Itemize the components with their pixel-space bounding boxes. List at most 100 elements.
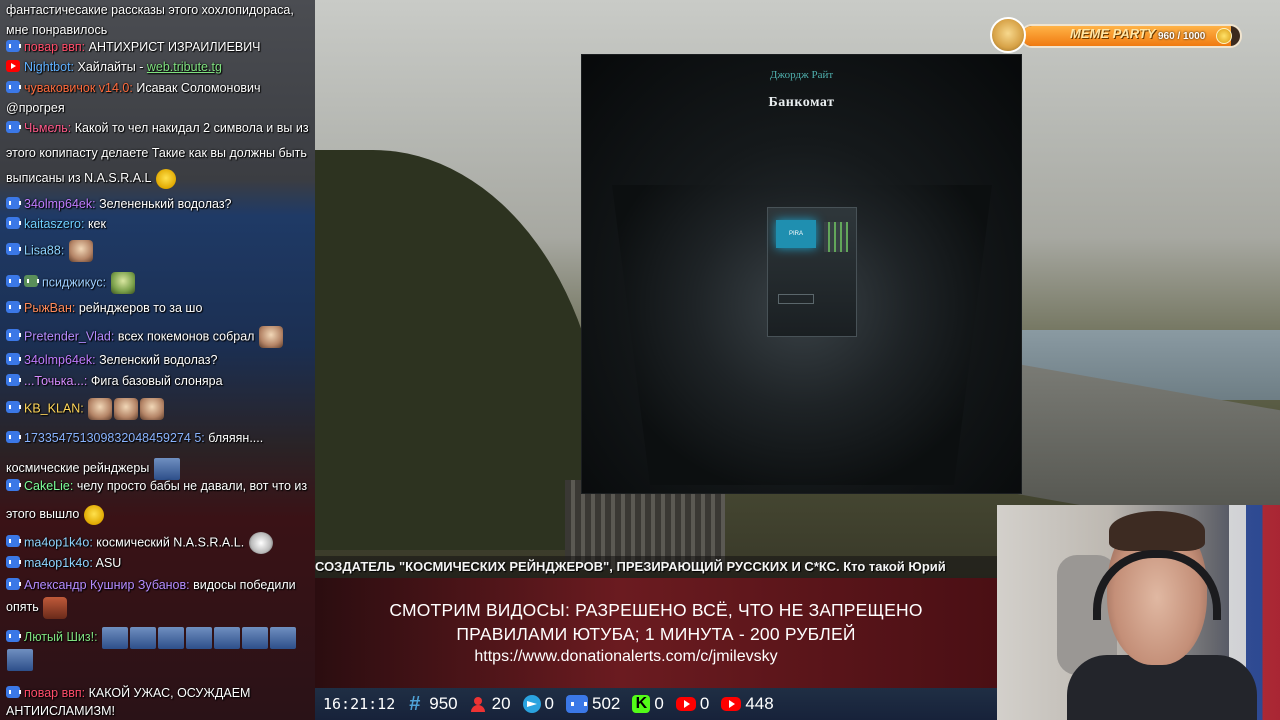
chat-message: ...Точька...: Фига базовый слоняра [6, 371, 312, 391]
vk-icon [6, 374, 21, 386]
emote [68, 240, 93, 262]
meme-party-widget: MEME PARTY 960 / 1000 [990, 17, 1244, 53]
atm-slot [778, 294, 814, 304]
donation-banner: СМОТРИМ ВИДОСЫ: РАЗРЕШЕНО ВСЁ, ЧТО НЕ ЗА… [315, 578, 997, 688]
chat-nick[interactable]: Лютый Шиз!: [24, 630, 98, 644]
vk-icon [6, 40, 21, 52]
chat-nick[interactable]: Nightbot: [24, 60, 74, 74]
chat-message: повар ввп: АНТИХРИСТ ИЗРАИЛИЕВИЧ [6, 37, 312, 57]
chat-nick[interactable]: 173354751309832048459274 5: [24, 431, 205, 445]
vk-icon [6, 431, 21, 443]
chat-message: ma4op1k4o: ASU [6, 553, 312, 573]
emote [130, 626, 157, 649]
chat-message: CakeLie: челу просто бабы не давали, вот… [6, 472, 312, 528]
chat-nick[interactable]: Александр Кушнир Зубанов: [24, 578, 190, 592]
vk-icon [6, 401, 21, 414]
chat-link[interactable]: web.tribute.tg [147, 60, 222, 74]
doge-icon [990, 17, 1026, 53]
chat-message: 34olmp64ek: Зелененький водолаз? [6, 194, 312, 214]
chat-nick[interactable]: псиджикус: [42, 275, 106, 289]
chat-nick[interactable]: Lisa88: [24, 243, 64, 257]
stat-people: 20 [470, 694, 511, 714]
vk-icon [6, 578, 21, 590]
chat-nick[interactable]: Pretender_Vlad: [24, 329, 114, 343]
vk-icon [6, 686, 21, 698]
book-cover: Джордж Райт Банкомат PIRA [581, 54, 1022, 494]
chat-message: фантастичесакие рассказы этого хохлопидо… [6, 3, 294, 37]
cover-author: Джордж Райт [769, 69, 834, 81]
vk-icon [566, 695, 589, 713]
clock: 16:21:12 [323, 695, 396, 713]
coin-icon [1216, 28, 1232, 44]
emote [114, 398, 139, 420]
chat-nick[interactable]: KB_KLAN: [24, 401, 84, 415]
chat-nick[interactable]: 34olmp64ek: [24, 353, 96, 367]
hash-icon: # [409, 693, 421, 715]
meme-party-bar: MEME PARTY [1020, 24, 1242, 48]
chat-nick[interactable]: ma4op1k4o: [24, 556, 93, 570]
chat-message: повар ввп: КАКОЙ УЖАС, ОСУЖДАЕМ АНТИИСЛА… [6, 686, 251, 718]
vk-icon [6, 556, 21, 568]
chat-nick[interactable]: Чьмель: [24, 121, 71, 135]
vk-icon [6, 217, 21, 229]
chat-message: ma4op1k4o: космический N.A.S.R.A.L. [6, 532, 312, 554]
people-icon [470, 695, 488, 713]
chat-panel[interactable]: фантастичесакие рассказы этого хохлопидо… [0, 0, 315, 720]
chat-message: чуваковичок v14.0: Исавак Соломонович @п… [6, 81, 261, 115]
chat-nick[interactable]: повар ввп: [24, 40, 85, 54]
chat-message: Александр Кушнир Зубанов: видосы победил… [6, 574, 312, 619]
vk-icon [6, 81, 21, 93]
youtube-icon [721, 697, 742, 711]
ticker-text: СОЗДАТЕЛЬ "КОСМИЧЕСКИХ РЕЙНДЖЕРОВ", ПРЕЗ… [315, 559, 946, 574]
meme-party-count: 960 / 1000 [1158, 31, 1206, 42]
chat-nick[interactable]: повар ввп: [24, 686, 85, 700]
emote [248, 532, 273, 554]
vk-icon [6, 630, 21, 642]
chat-nick[interactable]: ma4op1k4o: [24, 535, 93, 549]
streamer-hair [1109, 511, 1205, 551]
chat-message: псиджикус: [6, 272, 312, 294]
vk-icon [6, 535, 21, 548]
chat-nick[interactable]: РыжВан: [24, 301, 75, 315]
stat-kick: K0 [632, 694, 664, 714]
stat-vk: 502 [566, 694, 620, 714]
chat-message: kaitaszero: кек [6, 214, 312, 234]
donation-line-2: ПРАВИЛАМИ ЮТУБА; 1 МИНУТА - 200 РУБЛЕЙ [456, 624, 856, 644]
emote [214, 626, 241, 649]
emote [83, 504, 104, 525]
vk-icon [6, 329, 21, 342]
emote [186, 626, 213, 649]
chat-message: Pretender_Vlad: всех покемонов собрал [6, 326, 312, 348]
youtube-icon [6, 60, 20, 72]
emote [43, 596, 68, 619]
telegram-icon [522, 695, 541, 713]
emote [88, 398, 113, 420]
vk-icon [6, 275, 21, 288]
stat-youtube-2: 448 [721, 694, 774, 714]
vk-icon [6, 479, 21, 491]
chat-nick[interactable]: ...Точька...: [24, 374, 87, 388]
chat-nick[interactable]: kaitaszero: [24, 217, 84, 231]
stat-hash: #950 [409, 693, 458, 715]
vk-icon [6, 301, 21, 313]
stream-status-bar: 16:21:12 #950 20 0 502 K0 0 448 [315, 688, 997, 720]
chat-nick[interactable]: чуваковичок v14.0: [24, 81, 133, 95]
emote [258, 326, 283, 348]
chat-message: KB_KLAN: [6, 398, 312, 420]
chat-nick[interactable]: 34olmp64ek: [24, 197, 96, 211]
chat-message: Lisa88: [6, 240, 312, 262]
emote [158, 626, 185, 649]
vk-icon [6, 243, 21, 256]
emote [155, 168, 176, 189]
atm-keypad [824, 222, 848, 252]
donation-line-1: СМОТРИМ ВИДОСЫ: РАЗРЕШЕНО ВСЁ, ЧТО НЕ ЗА… [389, 600, 923, 620]
emote [102, 626, 129, 649]
chat-nick[interactable]: CakeLie: [24, 479, 73, 493]
cliff [315, 150, 605, 550]
youtube-icon [675, 697, 696, 711]
news-ticker: СОЗДАТЕЛЬ "КОСМИЧЕСКИХ РЕЙНДЖЕРОВ", ПРЕЗ… [315, 556, 997, 578]
donation-link[interactable]: https://www.donationalerts.com/c/jmilevs… [255, 646, 997, 668]
chat-message: 34olmp64ek: Зеленский водолаз? [6, 350, 312, 370]
emote [140, 398, 165, 420]
kick-icon: K [632, 695, 651, 713]
